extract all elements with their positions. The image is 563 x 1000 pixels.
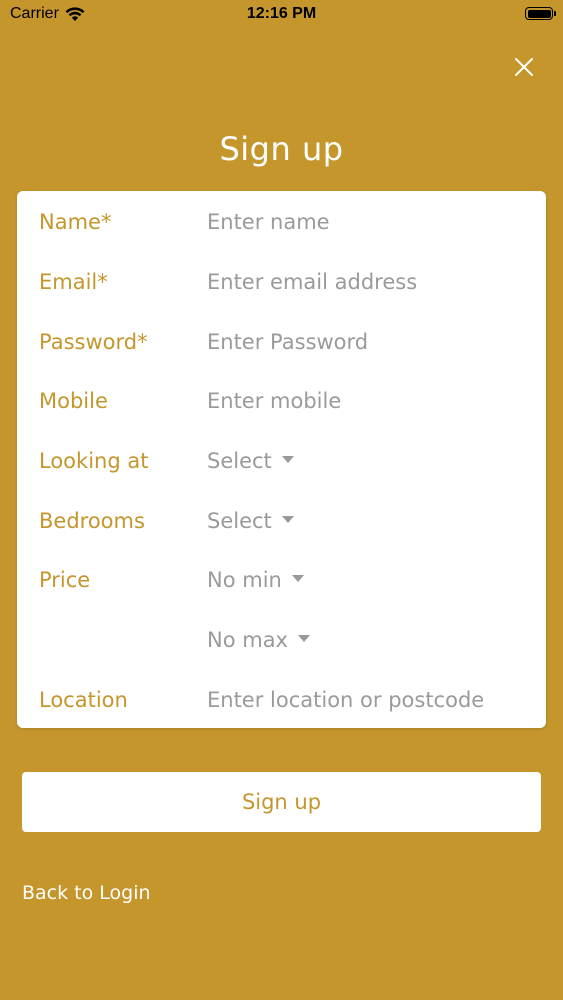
signup-screen: Carrier 12:16 PM Sign up Name* Email* (0, 0, 563, 1000)
password-row: Password* (17, 314, 546, 370)
status-bar: Carrier 12:16 PM (0, 0, 563, 30)
price-min-select[interactable]: No min (207, 568, 304, 592)
mobile-label: Mobile (39, 389, 108, 413)
signup-form: Name* Email* Password* Mobile Looking at… (17, 191, 546, 728)
status-time: 12:16 PM (246, 5, 317, 22)
price-min-row: Price No min (17, 552, 546, 608)
chevron-down-icon (281, 515, 294, 523)
mobile-row: Mobile (17, 373, 546, 429)
price-max-value: No max (207, 628, 288, 652)
page-title: Sign up (219, 130, 344, 168)
back-to-login-link[interactable]: Back to Login (22, 882, 151, 904)
price-max-row: No max (17, 612, 546, 668)
looking-at-value: Select (207, 449, 272, 473)
looking-at-row: Looking at Select (17, 433, 546, 489)
password-input[interactable] (207, 322, 532, 362)
email-label: Email* (39, 270, 108, 294)
bedrooms-label: Bedrooms (39, 509, 145, 533)
battery-icon (525, 7, 556, 20)
close-icon (515, 58, 533, 76)
location-row: Location (17, 672, 546, 728)
email-row: Email* (17, 254, 546, 310)
looking-at-select[interactable]: Select (207, 449, 294, 473)
looking-at-label: Looking at (39, 449, 149, 473)
price-min-value: No min (207, 568, 282, 592)
bedrooms-row: Bedrooms Select (17, 493, 546, 549)
price-max-select[interactable]: No max (207, 628, 310, 652)
chevron-down-icon (298, 634, 310, 642)
email-input[interactable] (207, 262, 532, 302)
signup-button[interactable]: Sign up (22, 772, 541, 832)
chevron-down-icon (281, 455, 294, 463)
mobile-input[interactable] (207, 381, 532, 421)
location-label: Location (39, 688, 128, 712)
name-input[interactable] (207, 202, 532, 242)
location-input[interactable] (207, 680, 532, 720)
battery-level (527, 9, 551, 18)
price-label: Price (39, 568, 91, 592)
name-label: Name* (39, 210, 112, 234)
bedrooms-value: Select (207, 509, 272, 533)
close-button[interactable] (511, 54, 537, 80)
password-label: Password* (39, 330, 148, 354)
bedrooms-select[interactable]: Select (207, 509, 294, 533)
chevron-down-icon (291, 574, 304, 582)
name-row: Name* (17, 194, 546, 250)
